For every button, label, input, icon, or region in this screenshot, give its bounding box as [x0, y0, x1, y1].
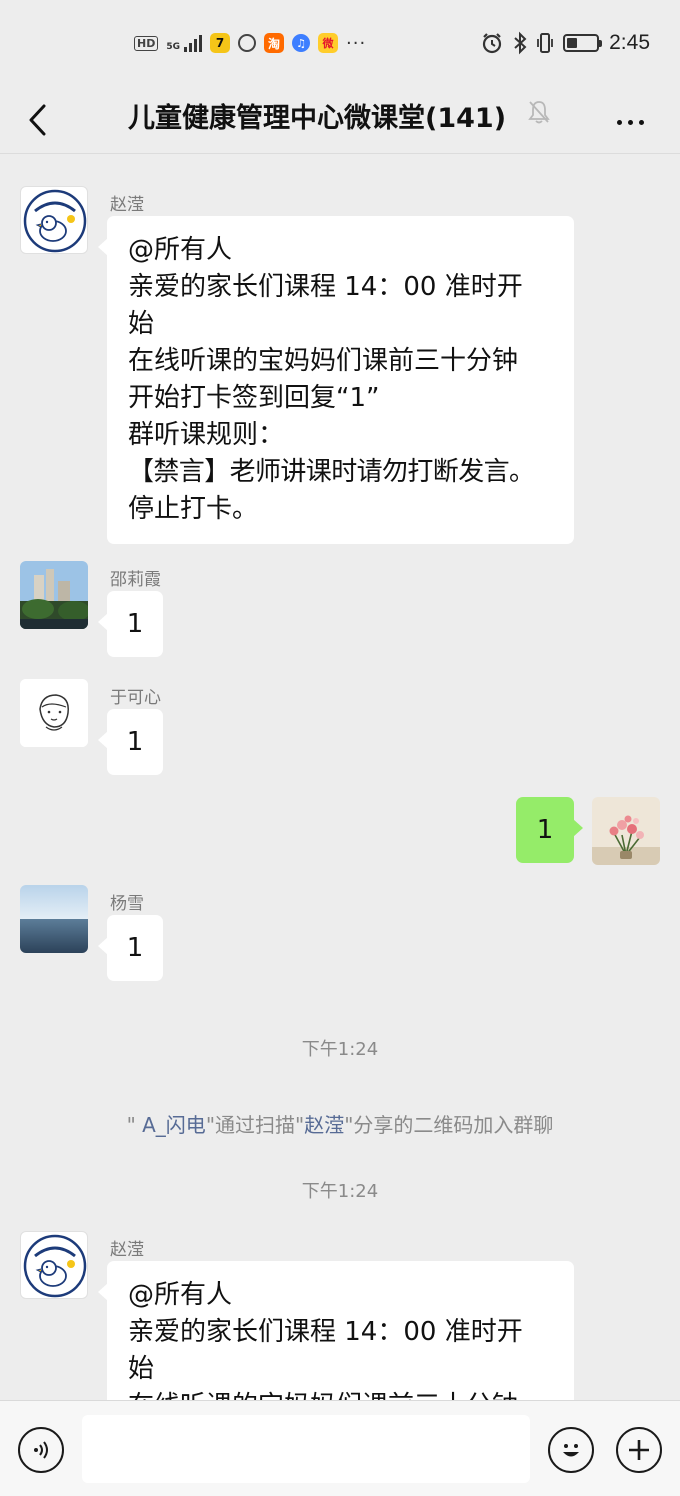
message-line: 【禁言】老师讲课时请勿打断发言。 — [128, 457, 535, 487]
message-line: 群听课规则： — [128, 420, 285, 450]
user-link[interactable]: A_闪电 — [142, 1113, 206, 1137]
taobao-icon: 淘 — [264, 33, 284, 53]
system-quote: " — [126, 1113, 143, 1137]
message-text: 1 — [126, 609, 144, 639]
dot — [627, 119, 633, 125]
system-message: " A_闪电"通过扫描"赵滢"分享的二维码加入群聊 — [0, 1109, 680, 1138]
message-line: 在线听课的宝妈妈们课前三十分钟 — [128, 346, 519, 376]
voice-input-button[interactable] — [18, 1427, 64, 1473]
message-line: @所有人 — [128, 235, 233, 265]
sender-name: 于可心 — [110, 688, 161, 708]
message-bubble[interactable]: @所有人 亲爱的家长们课程 14：00 准时开 始 在线听课的宝妈妈们课前三十分… — [98, 1261, 574, 1400]
input-bar — [0, 1400, 680, 1496]
plus-icon — [629, 1440, 649, 1460]
vibrate-icon — [537, 33, 554, 53]
sender-name: 赵滢 — [110, 195, 144, 215]
status-bar: HD 5G 7 淘 ♫ 微 ··· 2:45 — [0, 0, 680, 86]
status-left-icons: HD 5G 7 淘 ♫ 微 ··· — [134, 30, 366, 56]
message-bubble[interactable]: 1 — [98, 591, 163, 657]
more-notifications-icon: ··· — [346, 32, 367, 54]
message-line: 亲爱的家长们课程 14：00 准时开 — [128, 272, 523, 302]
message-line: 在线听课的宝妈妈们课前三十分钟 — [128, 1388, 560, 1400]
battery-icon — [563, 34, 603, 52]
chevron-left-icon — [29, 104, 46, 136]
signal-label: 5G — [166, 42, 180, 52]
avatar[interactable] — [20, 885, 88, 953]
status-right-icons: 2:45 — [481, 28, 650, 58]
sketch-face-avatar — [20, 679, 88, 747]
my-avatar[interactable] — [592, 797, 660, 865]
avatar[interactable] — [20, 1231, 88, 1299]
message-text: 1 — [126, 727, 144, 757]
message-bubble[interactable]: 1 — [98, 915, 163, 981]
message-line: 始 — [128, 309, 155, 339]
message-line: 亲爱的家长们课程 14：00 准时开 — [128, 1317, 523, 1347]
sender-name: 赵滢 — [110, 1240, 144, 1260]
back-button[interactable] — [18, 96, 58, 144]
signal-bars-icon — [184, 34, 202, 52]
system-text: "通过扫描" — [205, 1113, 305, 1137]
timestamp: 下午1:24 — [301, 1181, 379, 1202]
emoji-button[interactable] — [548, 1427, 594, 1473]
cell-signal-icon: 5G — [166, 34, 202, 52]
bluetooth-icon — [514, 31, 527, 55]
voice-wave-icon — [34, 1441, 48, 1459]
duck-avatar-icon — [23, 1234, 87, 1298]
city-photo-avatar — [20, 561, 88, 629]
message-line: 停止打卡。 — [128, 494, 259, 524]
message-line: 始 — [128, 1354, 155, 1384]
inviter-link[interactable]: 赵滢 — [304, 1113, 344, 1137]
mute-bell-icon — [528, 101, 550, 124]
timestamp: 下午1:24 — [301, 1039, 379, 1060]
sender-name: 杨雪 — [110, 894, 144, 914]
message-list[interactable]: 赵滢 @所有人 亲爱的家长们课程 14：00 准时开 始 在线听课的宝妈妈们课前… — [0, 155, 680, 1400]
smiley-icon — [563, 1444, 579, 1457]
flower-photo-avatar — [592, 797, 660, 865]
my-message-bubble[interactable]: 1 — [516, 797, 583, 863]
hot-app-icon: 7 — [210, 33, 230, 53]
message-line: @所有人 — [128, 1280, 233, 1310]
hd-indicator: HD — [134, 35, 159, 51]
more-functions-button[interactable] — [616, 1427, 662, 1473]
alarm-icon — [483, 33, 502, 54]
dot — [638, 119, 644, 125]
ring-icon — [238, 34, 256, 52]
more-options-button[interactable] — [610, 102, 650, 142]
message-bubble[interactable]: 1 — [98, 709, 163, 775]
avatar[interactable] — [20, 186, 88, 254]
chat-title: 儿童健康管理中心微课堂(141) — [128, 103, 507, 134]
music-icon: ♫ — [292, 34, 310, 52]
weibo-icon: 微 — [318, 33, 338, 53]
battery-level — [567, 38, 577, 48]
duck-avatar-icon — [23, 189, 87, 253]
message-text: 1 — [536, 815, 554, 845]
sender-name: 邵莉霞 — [110, 570, 161, 590]
system-text: "分享的二维码加入群聊 — [344, 1113, 554, 1137]
message-input[interactable] — [82, 1415, 530, 1483]
message-bubble[interactable]: @所有人 亲爱的家长们课程 14：00 准时开 始 在线听课的宝妈妈们课前三十分… — [98, 216, 574, 544]
sea-photo-avatar — [20, 885, 88, 953]
avatar[interactable] — [20, 679, 88, 747]
message-line: 开始打卡签到回复“1” — [128, 383, 380, 413]
clock: 2:45 — [609, 31, 650, 54]
dot — [616, 119, 622, 125]
message-text: 1 — [126, 933, 144, 963]
avatar[interactable] — [20, 561, 88, 629]
chat-header: 儿童健康管理中心微课堂(141) — [0, 86, 680, 154]
